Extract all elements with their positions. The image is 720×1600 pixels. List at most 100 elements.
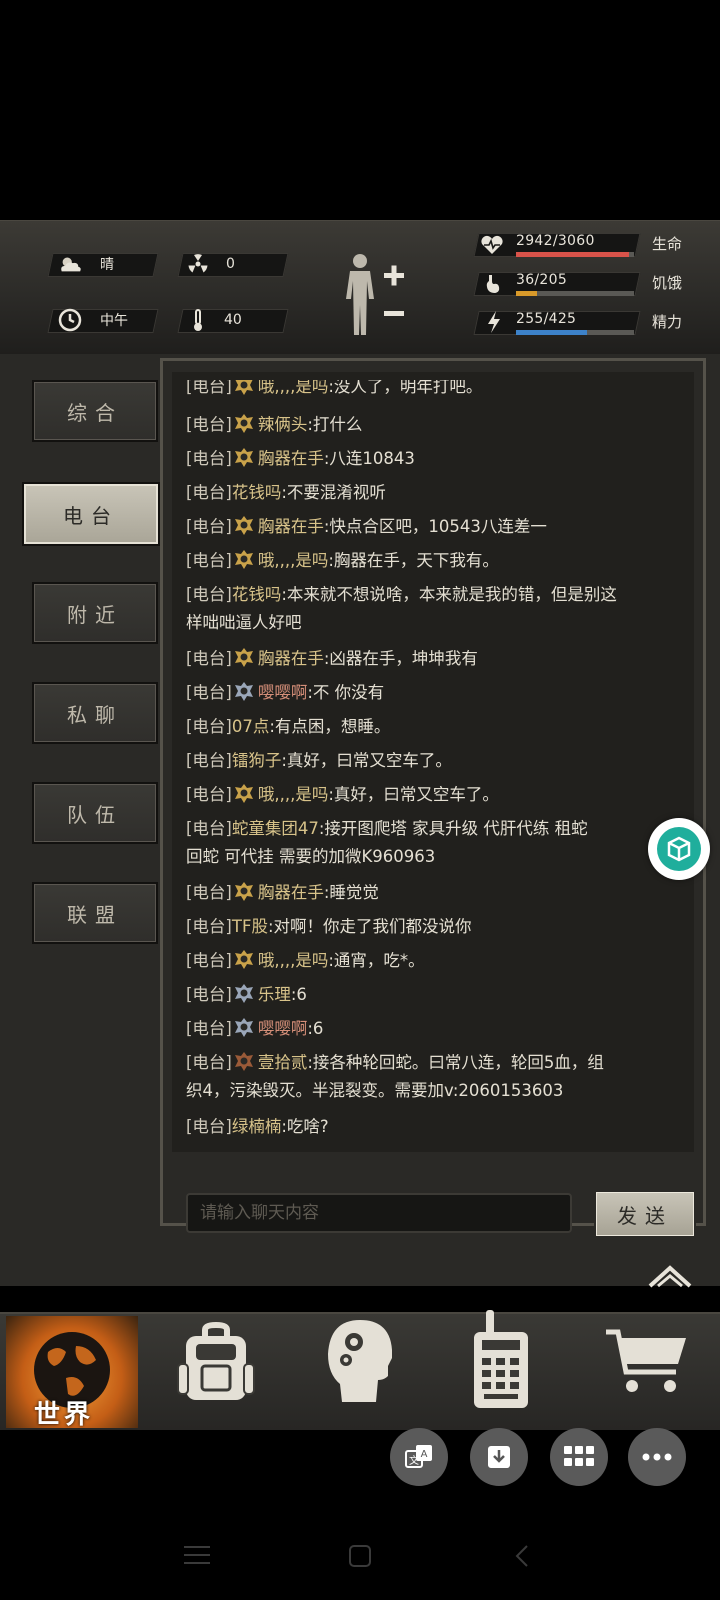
chat-message[interactable]: [电台] 胸器在手:睡觉觉 [186,878,698,907]
message-sender[interactable]: 哦,,,,是吗 [258,785,328,804]
message-channel: [电台] [186,917,232,936]
tab-label: 队伍 [67,802,123,827]
send-button[interactable]: 发送 [594,1190,696,1238]
menu-nav-button[interactable] [184,1544,210,1570]
more-button[interactable] [628,1428,686,1486]
message-sender[interactable]: TF股 [232,917,268,936]
chat-message[interactable]: [电台] 辣俩头:打什么 [186,410,698,439]
gold-rank-badge-icon [233,548,255,570]
message-channel: [电台] [186,649,232,668]
chat-message[interactable]: [电台] 胸器在手:凶器在手，坤坤我有 [186,644,698,673]
health-value: 2942/3060 [516,233,595,249]
collapse-button[interactable] [646,1262,694,1294]
floating-assist-button[interactable] [648,818,710,880]
nav-skills[interactable] [324,1318,394,1410]
chat-message[interactable]: [电台]07点:有点困，想睡。 [186,712,698,741]
message-channel: [电台] [186,751,232,770]
stomach-icon [484,273,502,299]
chat-input-placeholder: 请输入聊天内容 [200,1203,319,1223]
message-sender[interactable]: 辣俩头 [258,415,308,434]
tab-nearby[interactable]: 附近 [32,582,158,644]
chat-message[interactable]: [电台]绿楠楠:吃啥? [186,1112,698,1141]
body-status-button[interactable] [342,251,414,341]
message-sender[interactable]: 哦,,,,是吗 [258,951,328,970]
nav-world[interactable]: 世界 [6,1316,138,1430]
tab-label: 联盟 [67,902,123,927]
nav-radio[interactable] [470,1308,532,1416]
cube-icon [657,827,701,871]
message-text: :接开图爬塔 家具升级 代肝代练 租蛇 [318,819,588,838]
chat-message[interactable]: [电台] 壹拾贰:接各种轮回蛇。曰常八连，轮回5血，组 [186,1048,698,1077]
chat-message[interactable]: [电台] 嘤嘤啊:6 [186,1014,698,1043]
weather-status: 晴 [58,253,114,275]
download-button[interactable] [470,1428,528,1486]
tab-label: 附近 [67,602,123,627]
nav-shop[interactable] [604,1326,690,1402]
message-sender[interactable]: 07点 [232,717,270,736]
message-sender[interactable]: 壹拾贰 [258,1053,308,1072]
message-text: :通宵，吃*。 [328,951,425,970]
chat-message[interactable]: [电台]花钱吗:本来就不想说啥，本来就是我的错，但是别这 [186,580,698,609]
gold-rank-badge-icon [233,880,255,902]
message-text: :吃啥? [281,1117,329,1136]
time-status: 中午 [58,308,128,332]
chat-message[interactable]: [电台]TF股:对啊！你走了我们都没说你 [186,912,698,941]
gold-rank-badge-icon [233,446,255,468]
silver-rank-badge-icon [233,680,255,702]
chat-message[interactable]: [电台] 胸器在手:快点合区吧，10543八连差一 [186,512,698,541]
message-sender[interactable]: 哦,,,,是吗 [258,551,328,570]
message-text: :6 [307,1019,324,1038]
message-text: :不 你没有 [307,683,385,702]
temperature-value: 40 [224,312,242,328]
chat-message[interactable]: [电台]镭狗子:真好，曰常又空车了。 [186,746,698,775]
chat-message[interactable]: [电台] 哦,,,,是吗:胸器在手，天下我有。 [186,546,698,575]
clock-icon [58,308,82,332]
message-text-continued: 样咄咄逼人好吧 [186,613,302,632]
tab-team[interactable]: 队伍 [32,782,158,844]
hunger-value: 36/205 [516,272,568,288]
chat-message[interactable]: [电台]花钱吗:不要混淆视听 [186,478,698,507]
chat-message[interactable]: [电台]蛇童集团47:接开图爬塔 家具升级 代肝代练 租蛇 [186,814,698,843]
back-nav-button[interactable] [514,1544,530,1572]
message-sender[interactable]: 嘤嘤啊 [258,683,308,702]
nav-backpack[interactable] [176,1320,256,1408]
message-sender[interactable]: 花钱吗 [232,585,282,604]
silver-rank-badge-icon [233,982,255,1004]
thermometer-icon [186,309,210,331]
message-text: :快点合区吧，10543八连差一 [323,517,547,536]
chat-message[interactable]: [电台] 胸器在手:八连10843 [186,444,698,473]
message-sender[interactable]: 花钱吗 [232,483,282,502]
tab-private[interactable]: 私聊 [32,682,158,744]
message-sender[interactable]: 胸器在手 [258,883,324,902]
gold-rank-badge-icon [233,412,255,434]
message-sender[interactable]: 绿楠楠 [232,1117,282,1136]
message-sender[interactable]: 镭狗子 [232,751,282,770]
message-channel: [电台] [186,551,232,570]
message-text: :接各种轮回蛇。曰常八连，轮回5血，组 [307,1053,604,1072]
message-sender[interactable]: 嘤嘤啊 [258,1019,308,1038]
message-sender[interactable]: 蛇童集团47 [232,819,319,838]
chat-message[interactable]: [电台] 哦,,,,是吗:真好，曰常又空车了。 [186,780,698,809]
tab-general[interactable]: 综合 [32,380,158,442]
chat-message[interactable]: [电台] 哦,,,,是吗:通宵，吃*。 [186,946,698,975]
home-nav-button[interactable] [348,1544,372,1572]
grid-button[interactable] [550,1428,608,1486]
chat-message[interactable]: [电台] 嘤嘤啊:不 你没有 [186,678,698,707]
message-text: :本来就不想说啥，本来就是我的错，但是别这 [281,585,617,604]
send-label: 发送 [617,1203,673,1228]
tab-alliance[interactable]: 联盟 [32,882,158,944]
message-channel: [电台] [186,517,232,536]
message-text: :胸器在手，天下我有。 [328,551,499,570]
message-text-continued: 织4，污染毁灭。半混裂变。需要加v:2060153603 [186,1081,564,1100]
tab-radio[interactable]: 电台 [22,482,160,546]
message-sender[interactable]: 胸器在手 [258,449,324,468]
chat-message[interactable]: [电台] 乐理:6 [186,980,698,1009]
message-sender[interactable]: 胸器在手 [258,517,324,536]
shopping-cart-icon [606,1329,686,1392]
message-sender[interactable]: 乐理 [258,985,291,1004]
translate-button[interactable]: 文A [390,1428,448,1486]
chat-input[interactable]: 请输入聊天内容 [186,1193,572,1233]
menu-icon [184,1546,210,1564]
radiation-value: 0 [226,256,235,272]
message-sender[interactable]: 胸器在手 [258,649,324,668]
